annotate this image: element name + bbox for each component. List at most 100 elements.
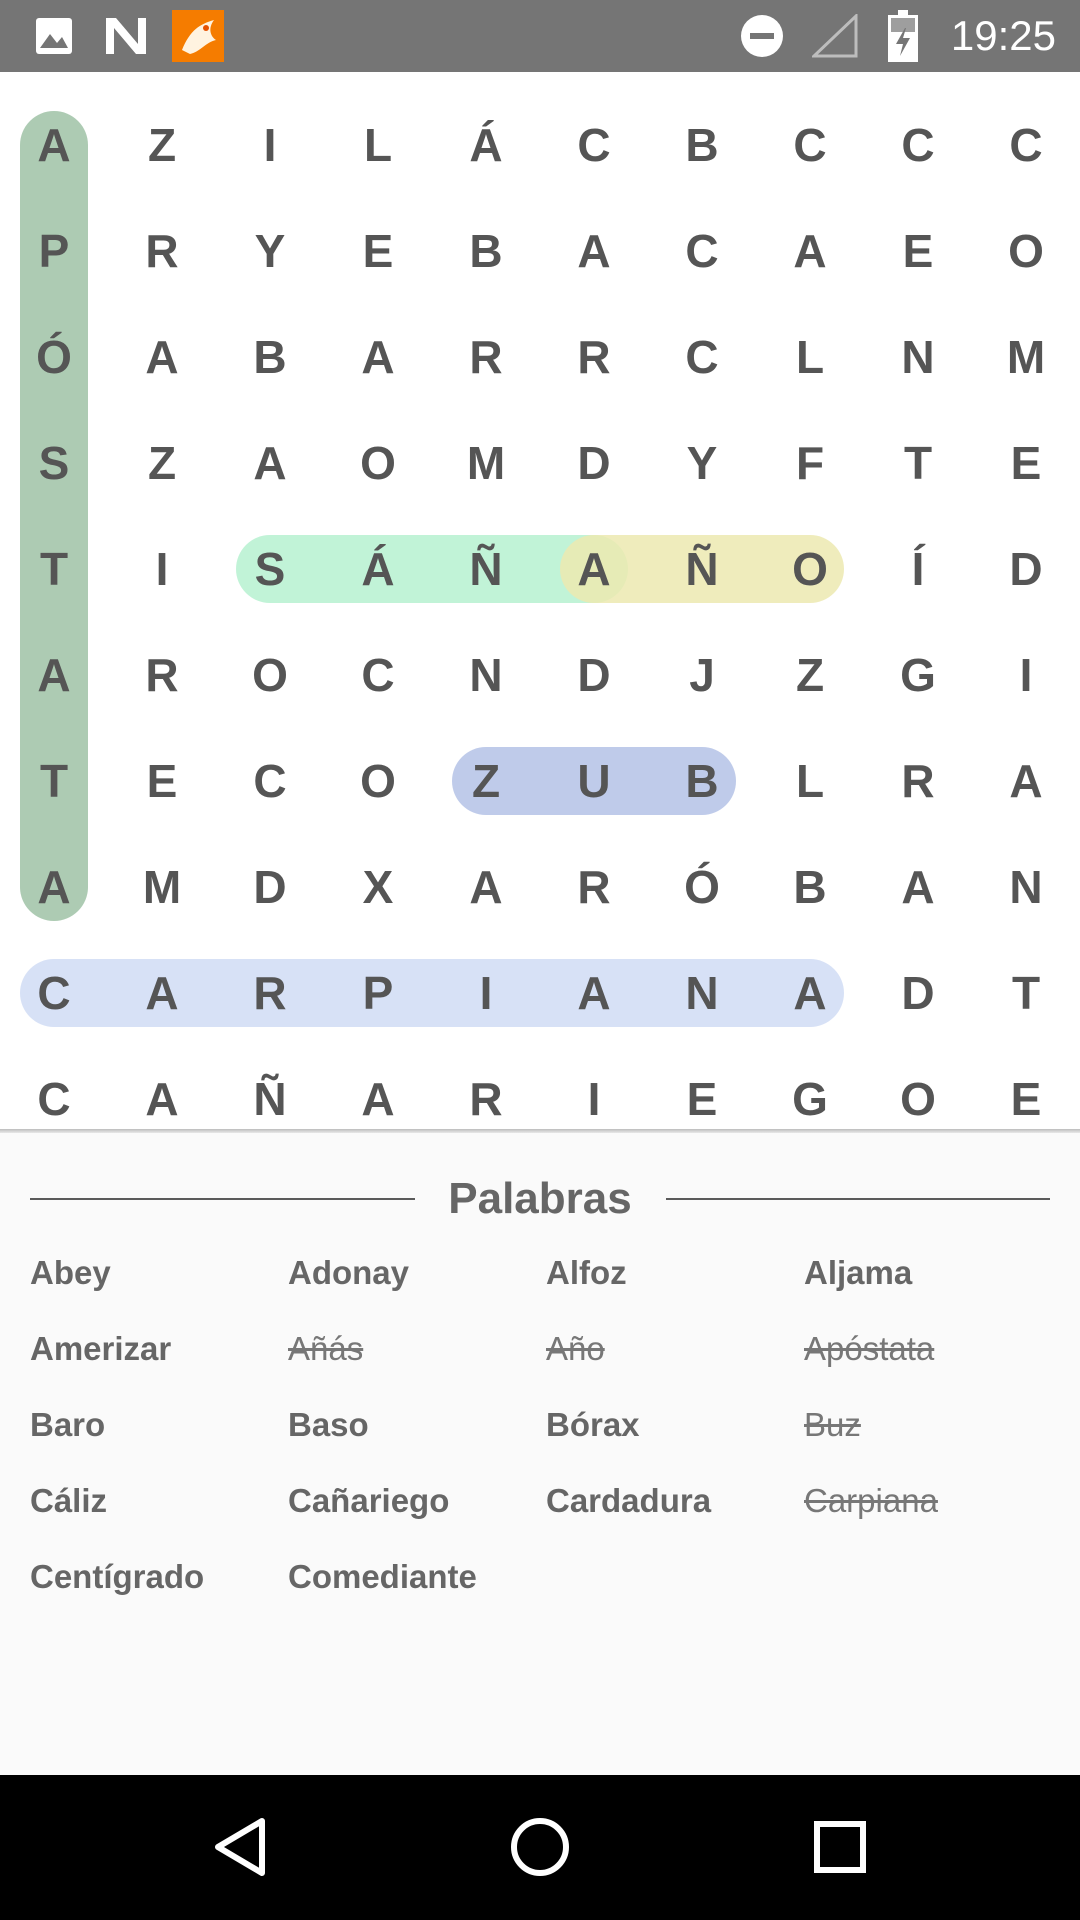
word-list-item: Bórax [546, 1406, 640, 1443]
grid-cell[interactable]: D [540, 622, 648, 728]
grid-cell[interactable]: E [864, 198, 972, 304]
grid-cell[interactable]: Á [432, 92, 540, 198]
grid-cell[interactable]: T [0, 728, 108, 834]
grid-cell[interactable]: L [756, 728, 864, 834]
back-icon[interactable] [190, 1797, 290, 1897]
app-fox-icon [172, 10, 224, 62]
grid-cell[interactable]: Á [324, 516, 432, 622]
grid-cell[interactable]: A [864, 834, 972, 940]
grid-cell[interactable]: A [0, 622, 108, 728]
grid-cell[interactable]: Y [648, 410, 756, 516]
grid-cell[interactable]: I [972, 622, 1080, 728]
grid-cell[interactable]: B [648, 728, 756, 834]
grid-cell[interactable]: L [324, 92, 432, 198]
grid-cell[interactable]: C [864, 92, 972, 198]
grid-cell[interactable]: A [756, 940, 864, 1046]
grid-cell[interactable]: O [972, 198, 1080, 304]
grid-cell[interactable]: Í [864, 516, 972, 622]
grid-cell[interactable]: A [0, 834, 108, 940]
grid-cell[interactable]: E [324, 198, 432, 304]
grid-cell[interactable]: A [540, 516, 648, 622]
grid-cell[interactable]: U [540, 728, 648, 834]
grid-cell[interactable]: N [972, 834, 1080, 940]
grid-cell[interactable]: N [864, 304, 972, 410]
grid-cell[interactable]: R [864, 728, 972, 834]
grid-cell[interactable]: G [864, 622, 972, 728]
grid-cell[interactable]: Z [432, 728, 540, 834]
grid-cell[interactable]: M [972, 304, 1080, 410]
grid-cell[interactable]: B [432, 198, 540, 304]
grid-cell[interactable]: O [324, 728, 432, 834]
grid-cell[interactable]: X [324, 834, 432, 940]
grid-cell[interactable]: S [0, 410, 108, 516]
grid-cell[interactable]: A [540, 940, 648, 1046]
grid-cell[interactable]: C [0, 940, 108, 1046]
grid-cell[interactable]: C [324, 622, 432, 728]
grid-cell[interactable]: Z [756, 622, 864, 728]
grid-cell[interactable]: A [540, 198, 648, 304]
grid-cell[interactable]: Ó [0, 304, 108, 410]
grid-cell[interactable]: A [756, 198, 864, 304]
grid-cell[interactable]: N [648, 940, 756, 1046]
grid-cell[interactable]: F [756, 410, 864, 516]
grid-cell[interactable]: R [432, 304, 540, 410]
grid-cell[interactable]: Ñ [648, 516, 756, 622]
grid-cell[interactable]: B [648, 92, 756, 198]
grid-cell[interactable]: Ó [648, 834, 756, 940]
navigation-bar [0, 1775, 1080, 1920]
word-list-item: Cardadura [546, 1482, 712, 1519]
grid-cell[interactable]: A [0, 92, 108, 198]
grid-cell[interactable]: J [648, 622, 756, 728]
grid-cell[interactable]: M [432, 410, 540, 516]
grid-cell[interactable]: I [108, 516, 216, 622]
grid-cell[interactable]: Y [216, 198, 324, 304]
grid-cell[interactable]: O [324, 410, 432, 516]
grid-cell[interactable]: R [108, 622, 216, 728]
grid-cell[interactable]: Ñ [432, 516, 540, 622]
grid-cell[interactable]: B [756, 834, 864, 940]
grid-cell[interactable]: S [216, 516, 324, 622]
grid-cell[interactable]: O [216, 622, 324, 728]
grid-cell[interactable]: D [540, 410, 648, 516]
grid-cell[interactable]: N [432, 622, 540, 728]
grid-cell[interactable]: P [0, 198, 108, 304]
grid-cell[interactable]: C [648, 198, 756, 304]
grid-cell[interactable]: D [972, 516, 1080, 622]
grid-cell[interactable]: A [216, 410, 324, 516]
grid-cell[interactable]: C [648, 304, 756, 410]
grid-cell[interactable]: M [108, 834, 216, 940]
grid-cell[interactable]: A [432, 834, 540, 940]
word-list-item: Baso [288, 1406, 369, 1443]
grid-cell[interactable]: R [540, 834, 648, 940]
grid-cell[interactable]: D [864, 940, 972, 1046]
word-search-board[interactable]: AZILÁCBCCCPRYEBACAEOÓABARRCLNMSZAOMDYFTE… [0, 72, 1080, 1129]
grid-cell[interactable]: D [216, 834, 324, 940]
grid-cell[interactable]: Z [108, 92, 216, 198]
grid-cell[interactable]: R [216, 940, 324, 1046]
recents-icon[interactable] [790, 1797, 890, 1897]
grid-cell[interactable]: A [972, 728, 1080, 834]
grid-cell[interactable]: Z [108, 410, 216, 516]
grid-cell[interactable]: P [324, 940, 432, 1046]
grid-cell[interactable]: T [864, 410, 972, 516]
grid-cell[interactable]: L [756, 304, 864, 410]
grid-cell[interactable]: E [972, 410, 1080, 516]
grid-cell[interactable]: B [216, 304, 324, 410]
grid-cell[interactable]: T [0, 516, 108, 622]
grid-cell[interactable]: C [756, 92, 864, 198]
grid-cell[interactable]: I [432, 940, 540, 1046]
grid-cell[interactable]: O [756, 516, 864, 622]
grid-cell[interactable]: R [540, 304, 648, 410]
grid-cell[interactable]: A [324, 304, 432, 410]
grid-cell[interactable]: C [540, 92, 648, 198]
grid-cell[interactable]: C [216, 728, 324, 834]
grid-cell[interactable]: E [108, 728, 216, 834]
grid-cell[interactable]: A [108, 304, 216, 410]
home-icon[interactable] [490, 1797, 590, 1897]
grid-cell[interactable]: T [972, 940, 1080, 1046]
grid-cell[interactable]: I [216, 92, 324, 198]
grid-cell[interactable]: A [108, 940, 216, 1046]
grid-cell[interactable]: R [108, 198, 216, 304]
image-icon [36, 18, 72, 54]
grid-cell[interactable]: C [972, 92, 1080, 198]
